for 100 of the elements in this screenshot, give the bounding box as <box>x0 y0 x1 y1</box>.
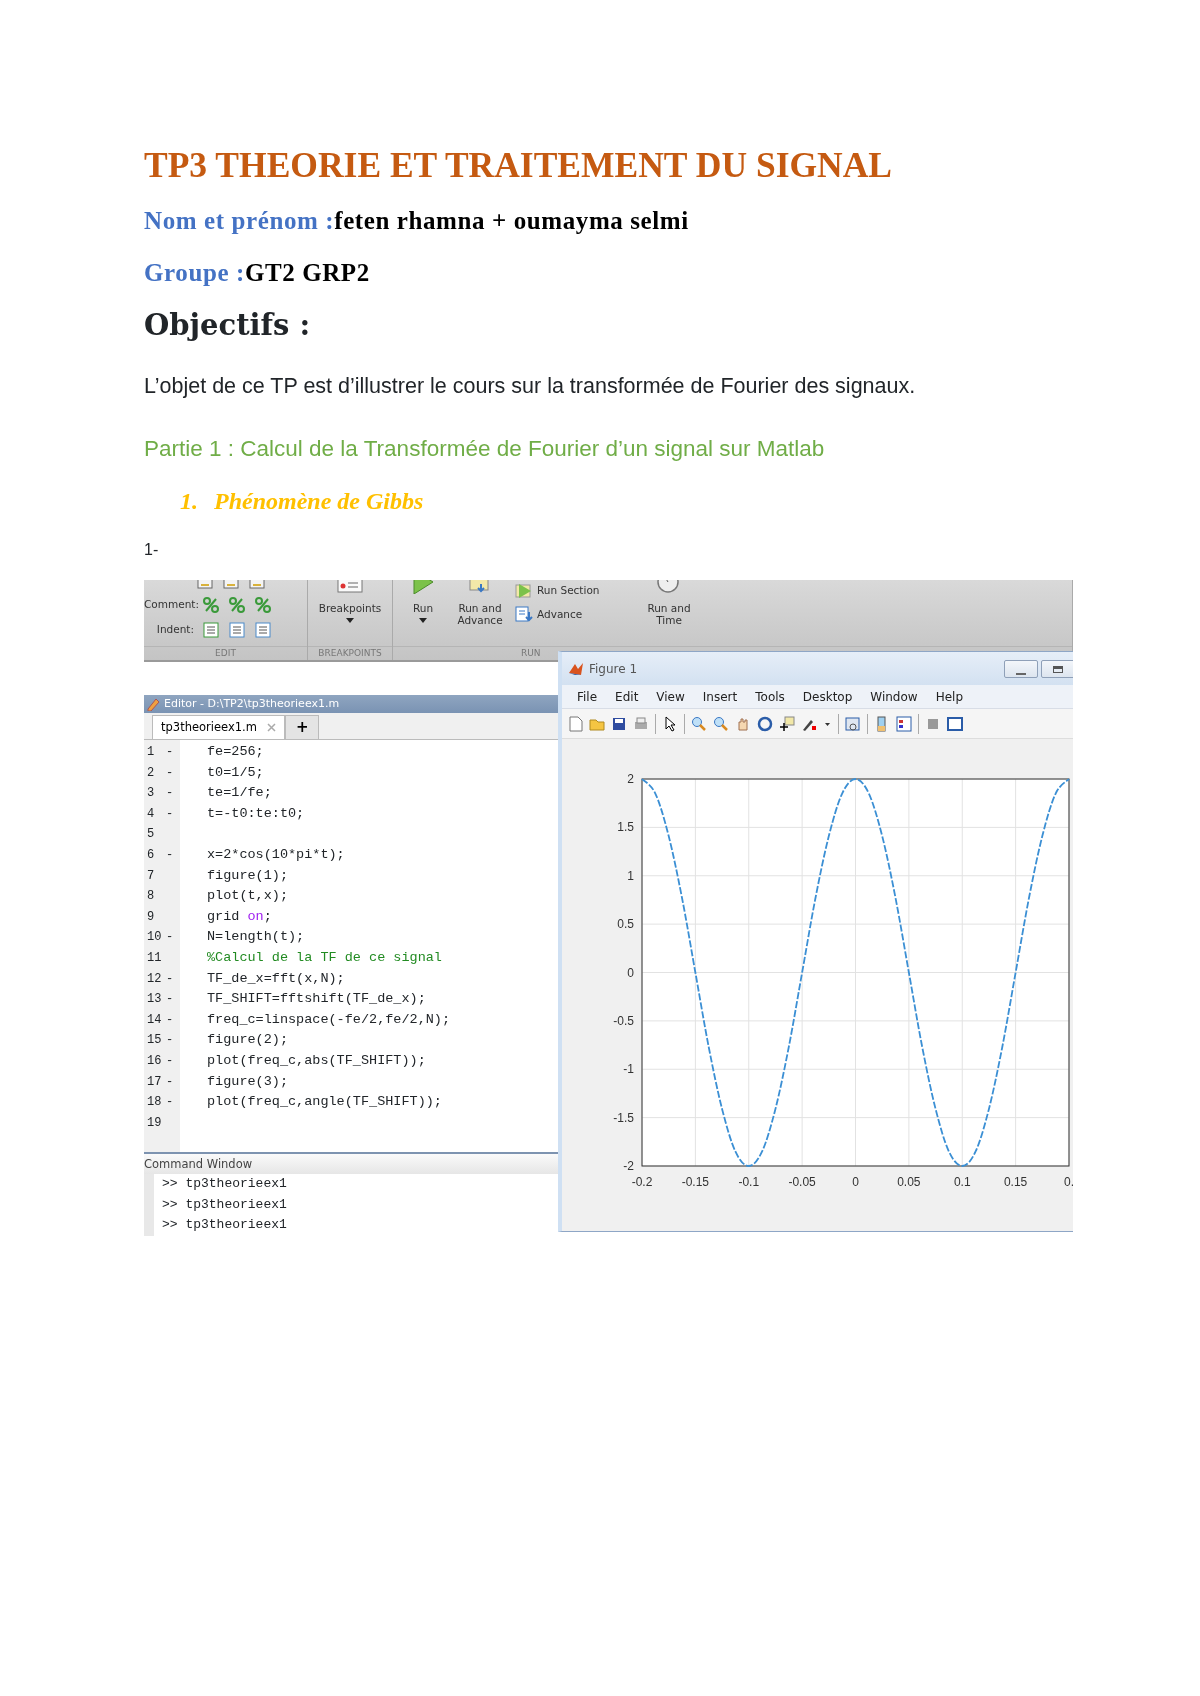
line-number: 17 <box>146 1073 163 1091</box>
line-number: 18 <box>146 1094 163 1112</box>
tool-icon[interactable] <box>222 580 240 592</box>
breakpoint-dash: - <box>166 970 174 988</box>
tick-label: 0.15 <box>1003 1175 1028 1189</box>
code-line: figure(3); <box>207 1072 289 1091</box>
section-label: EDIT <box>144 646 307 660</box>
subsection-heading: Phénomène de Gibbs <box>214 487 424 516</box>
code-line: %Calcul de la TF de ce signal <box>207 948 443 967</box>
document-title: TP3 THEORIE ET TRAITEMENT DU SIGNAL <box>144 145 893 185</box>
breakpoint-dash: - <box>166 846 174 864</box>
tick-label: -1 <box>623 1062 634 1077</box>
tick-label: 1 <box>627 868 634 883</box>
paragraph: L’objet de ce TP est d’illustrer le cours sur la transformée de Fourier des signaux. <box>144 373 917 400</box>
comment-icon[interactable] <box>254 595 272 614</box>
indent-icon[interactable] <box>228 620 246 639</box>
line-number: 15 <box>146 1032 163 1050</box>
line-number: 16 <box>146 1052 163 1070</box>
breakpoint-dash: - <box>166 764 174 782</box>
menu-item[interactable]: File <box>568 687 607 706</box>
line-number: 2 <box>146 764 156 782</box>
step-label: 1- <box>144 540 160 560</box>
save-icon[interactable] <box>611 715 627 732</box>
comment-icon[interactable] <box>228 595 246 614</box>
tick-label: 0.5 <box>617 917 634 932</box>
code-line: te=1/fe; <box>207 784 273 803</box>
code-line: N=length(t); <box>207 928 306 947</box>
data-cursor-icon[interactable] <box>779 715 795 732</box>
tick-label: -0.05 <box>788 1175 816 1189</box>
breakpoint-dash: - <box>166 1094 174 1112</box>
line-number: 5 <box>146 826 156 844</box>
line-number: 19 <box>146 1114 163 1132</box>
line-number: 11 <box>146 949 163 967</box>
minimize-button[interactable] <box>1004 660 1038 678</box>
menu-item[interactable]: Desktop <box>793 687 862 706</box>
tick-label: 0.1 <box>953 1175 971 1189</box>
indent-icon[interactable] <box>254 620 272 639</box>
pointer-icon[interactable] <box>662 715 678 732</box>
breakpoints-button[interactable]: Breakpoints <box>310 580 390 646</box>
breakpoint-dash: - <box>166 929 174 947</box>
menu-item[interactable]: Window <box>861 687 927 706</box>
run-advance-button[interactable]: Run and Advance <box>449 580 511 646</box>
close-icon[interactable] <box>266 723 276 732</box>
line-number: 10 <box>146 929 163 947</box>
code-line: TF_SHIFT=fftshift(TF_de_x); <box>207 990 427 1009</box>
menu-item[interactable]: Insert <box>693 687 747 706</box>
run-section-button[interactable]: Run Section <box>515 582 635 598</box>
link-icon[interactable] <box>845 715 861 732</box>
name-value: feten rhamna + oumayma selmi <box>334 207 689 234</box>
line-number: 4 <box>146 805 156 823</box>
line-number: 7 <box>146 867 156 885</box>
code-line: freq_c=linspace(-fe/2,fe/2,N); <box>207 1010 451 1029</box>
editor-tab[interactable]: tp3theorieex1.m <box>152 715 285 739</box>
tick-label: 0. <box>1064 1175 1073 1189</box>
zoom-out-icon[interactable] <box>713 715 729 732</box>
stopwatch-icon <box>656 580 682 594</box>
command-line: >> tp3theorieex1 <box>161 1216 287 1235</box>
editor-tab[interactable]: + <box>284 715 320 739</box>
run-time-button[interactable]: Run and Time <box>639 580 699 646</box>
tick-label: -2 <box>623 1159 634 1173</box>
menu-item[interactable]: Help <box>926 687 972 706</box>
menu-item[interactable]: Tools <box>746 687 794 706</box>
comment-icon[interactable] <box>202 595 220 614</box>
tool-icon[interactable] <box>196 580 214 592</box>
advance-button[interactable]: Advance <box>515 606 635 622</box>
line-number: 3 <box>146 785 156 803</box>
tool-icon[interactable] <box>248 580 266 592</box>
code-line: figure(1); <box>207 866 289 885</box>
tick-label: 0 <box>627 965 634 980</box>
tick-label: 1.5 <box>617 820 634 835</box>
menu-item[interactable]: Edit <box>606 687 648 706</box>
breakpoint-dash: - <box>166 805 174 823</box>
play-icon <box>411 580 435 594</box>
window-icon[interactable] <box>947 715 963 732</box>
indent-icon[interactable] <box>202 620 220 639</box>
rotate-icon[interactable] <box>757 715 773 732</box>
panel-title: Command Window <box>144 1152 558 1174</box>
line-number: 13 <box>146 991 163 1009</box>
tick-label: -0.1 <box>738 1175 760 1189</box>
line-number: 14 <box>146 1011 163 1029</box>
tick-label: -1.5 <box>613 1110 634 1125</box>
run-button[interactable]: Run <box>401 580 445 646</box>
new-file-icon[interactable] <box>567 715 583 732</box>
section-label: BREAKPOINTS <box>308 646 392 660</box>
print-icon[interactable] <box>633 715 649 732</box>
group-value: GT2 GRP2 <box>244 259 370 286</box>
legend-icon[interactable] <box>896 715 912 732</box>
code-line: TF_de_x=fft(x,N); <box>207 969 346 988</box>
breakpoint-dash: - <box>166 785 174 803</box>
code-line: figure(2); <box>207 1031 289 1050</box>
code-line: grid on; <box>207 907 273 926</box>
maximize-button[interactable] <box>1041 660 1073 678</box>
line-number: 1 <box>146 744 156 761</box>
hand-icon[interactable] <box>735 715 751 732</box>
code-line: plot(freq_c,angle(TF_SHIFT)); <box>207 1093 443 1112</box>
name-label: Nom et prénom : <box>144 207 335 234</box>
tick-label: 2 <box>627 772 634 786</box>
line-number: 12 <box>146 970 163 988</box>
menu-item[interactable]: View <box>647 687 694 706</box>
zoom-in-icon[interactable] <box>691 715 707 732</box>
